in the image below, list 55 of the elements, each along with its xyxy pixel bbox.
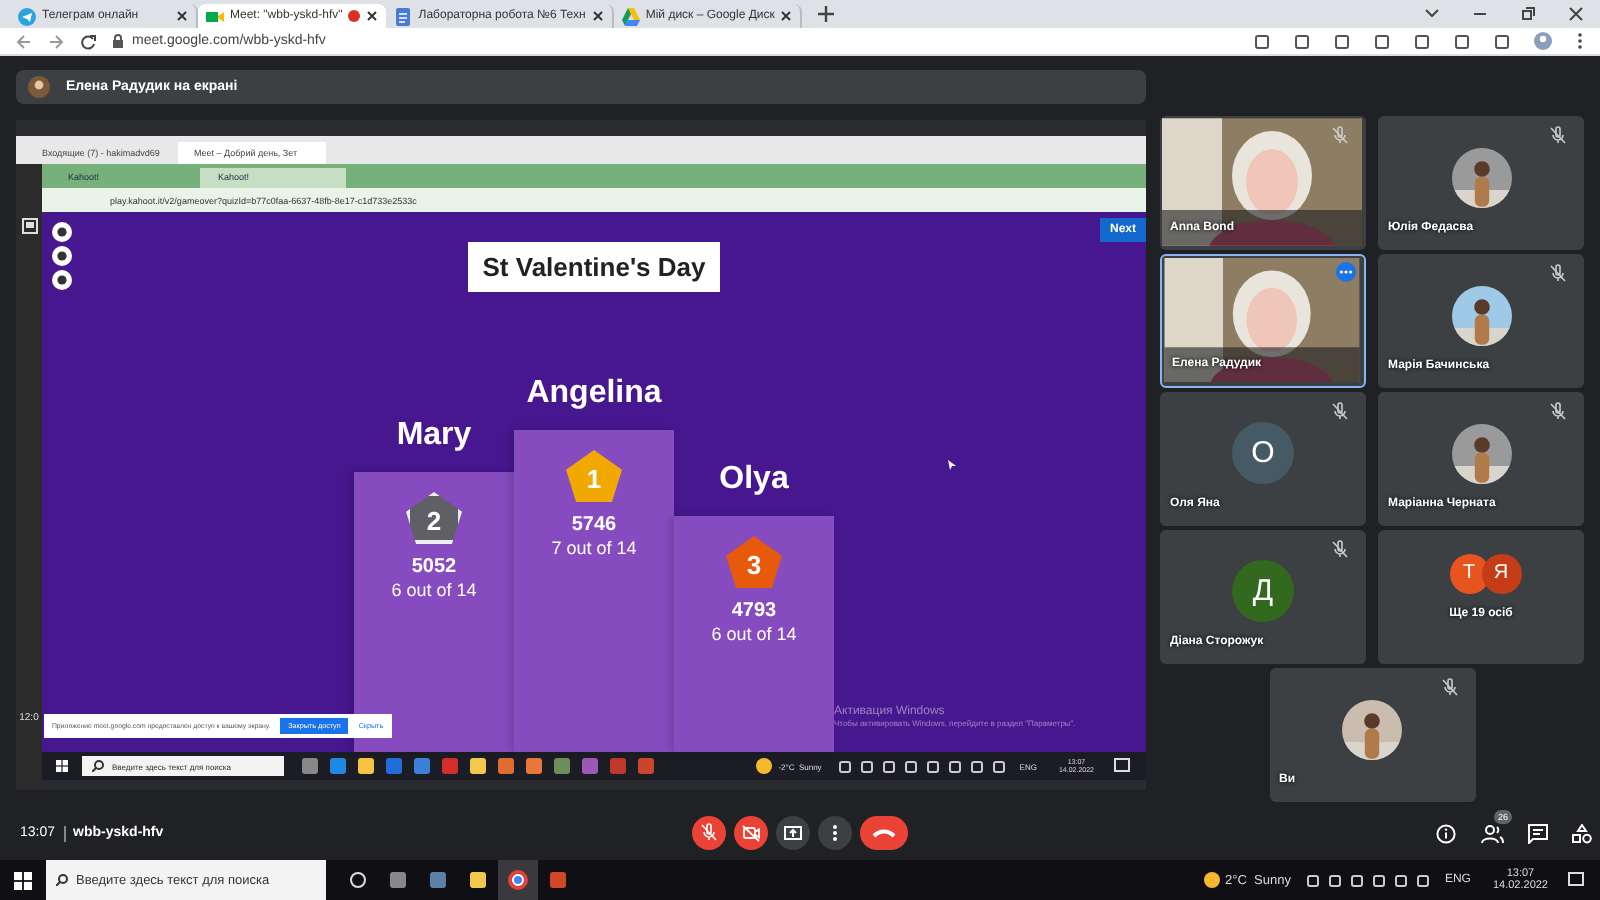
player-name: Mary bbox=[396, 418, 472, 454]
notification-icon[interactable] bbox=[1114, 758, 1130, 774]
info-icon[interactable] bbox=[1436, 823, 1456, 843]
close-icon[interactable] bbox=[1568, 6, 1584, 22]
camera-off-icon[interactable] bbox=[734, 816, 768, 850]
chat-icon[interactable] bbox=[1528, 823, 1548, 843]
new-tab-icon[interactable] bbox=[818, 6, 835, 22]
notification-icon[interactable] bbox=[1568, 872, 1584, 888]
correct-count: 7 out of 14 bbox=[551, 538, 637, 558]
player-name: Angelina bbox=[526, 376, 662, 412]
avatar-icon[interactable] bbox=[1534, 32, 1552, 50]
forward-icon[interactable] bbox=[48, 33, 64, 49]
score-text: 5746 bbox=[571, 514, 617, 536]
quiz-title: St Valentine's Day bbox=[468, 242, 720, 292]
score-text: 4793 bbox=[731, 600, 777, 622]
search-icon bbox=[56, 874, 68, 886]
rank-badge: 1 bbox=[566, 450, 622, 502]
sun-icon bbox=[1203, 872, 1219, 888]
windows-icon[interactable] bbox=[14, 871, 32, 889]
mic-off-icon[interactable] bbox=[692, 816, 726, 850]
cortana-icon[interactable] bbox=[348, 870, 368, 890]
avatar-icon bbox=[28, 76, 50, 98]
avatar: Я bbox=[1481, 553, 1521, 593]
people-icon[interactable] bbox=[1480, 823, 1504, 843]
chrome-icon[interactable] bbox=[498, 860, 538, 900]
lock-icon bbox=[112, 34, 124, 48]
player-name: Olya bbox=[719, 462, 789, 498]
avatar: О bbox=[1232, 422, 1294, 484]
search-icon bbox=[92, 760, 104, 772]
restore-icon[interactable] bbox=[1520, 6, 1536, 22]
cursor-icon bbox=[948, 460, 956, 470]
windows-icon[interactable] bbox=[56, 760, 68, 772]
close-icon[interactable] bbox=[780, 10, 793, 22]
app-icon[interactable] bbox=[428, 870, 448, 890]
close-icon[interactable] bbox=[176, 10, 188, 22]
present-screen-icon[interactable] bbox=[776, 816, 810, 850]
correct-count: 6 out of 14 bbox=[391, 580, 477, 600]
rank-badge: 2 bbox=[406, 492, 462, 544]
avatar: Д bbox=[1232, 560, 1294, 622]
more-options-icon[interactable] bbox=[818, 816, 852, 850]
hang-up-icon[interactable] bbox=[860, 816, 908, 850]
menu-icon[interactable] bbox=[1576, 32, 1584, 50]
back-icon[interactable] bbox=[16, 33, 32, 49]
sun-icon bbox=[756, 758, 773, 774]
triangle-icon bbox=[621, 7, 640, 25]
shapes-icon[interactable] bbox=[1572, 823, 1592, 843]
window-icon bbox=[21, 218, 37, 234]
avatar: Т bbox=[1449, 553, 1489, 593]
reload-icon[interactable] bbox=[80, 33, 96, 49]
close-icon[interactable] bbox=[591, 10, 604, 22]
close-icon[interactable] bbox=[366, 10, 379, 22]
score-text: 5052 bbox=[411, 556, 457, 578]
correct-count: 6 out of 14 bbox=[711, 624, 797, 644]
rank-badge: 3 bbox=[726, 536, 782, 588]
chevron-down-icon[interactable] bbox=[1424, 8, 1440, 20]
